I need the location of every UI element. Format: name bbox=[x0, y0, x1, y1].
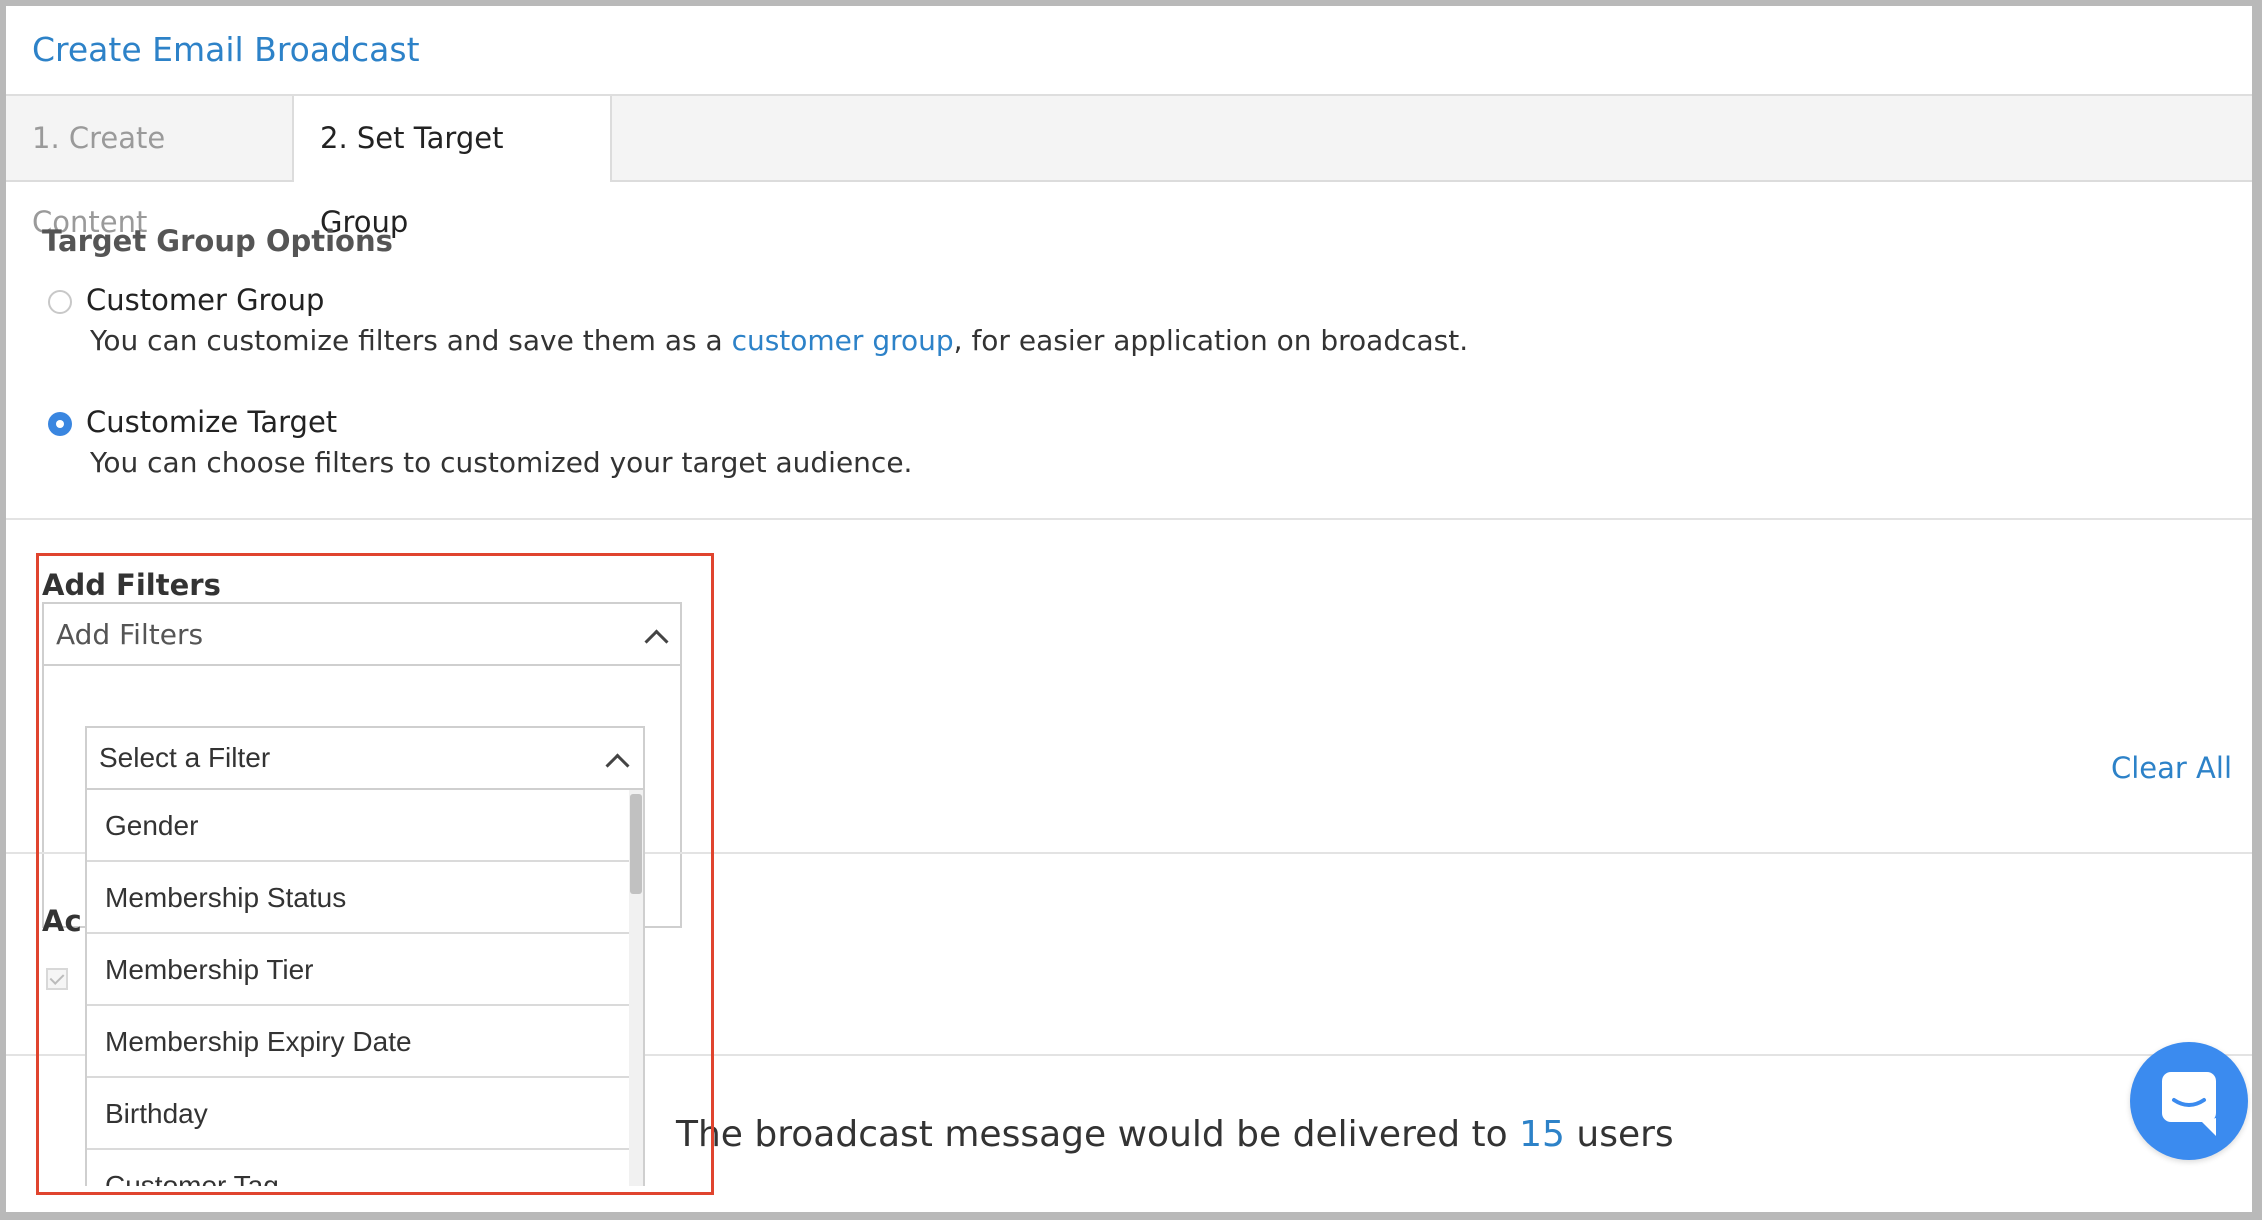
customize-target-radio[interactable] bbox=[48, 412, 72, 436]
filter-option-membership-tier[interactable]: Membership Tier bbox=[87, 934, 629, 1006]
tab-create-content[interactable]: 1. Create Content bbox=[6, 96, 292, 239]
add-filters-label: Add Filters bbox=[42, 568, 221, 602]
summary-suffix: users bbox=[1564, 1114, 1674, 1155]
customer-group-link[interactable]: customer group bbox=[732, 324, 954, 357]
customer-group-desc-after: , for easier application on broadcast. bbox=[953, 324, 1469, 357]
delivery-summary: The broadcast message would be delivered… bbox=[676, 1114, 1674, 1155]
customer-group-desc-before: You can customize filters and save them … bbox=[90, 324, 732, 357]
filter-option-gender[interactable]: Gender bbox=[87, 790, 629, 862]
divider bbox=[6, 518, 2252, 520]
filter-option-membership-status[interactable]: Membership Status bbox=[87, 862, 629, 934]
filter-options-list[interactable]: Gender Membership Status Membership Tier… bbox=[85, 790, 645, 1186]
page-header: Create Email Broadcast bbox=[6, 6, 2252, 96]
select-filter-text: Select a Filter bbox=[99, 742, 271, 773]
chat-launcher-button[interactable] bbox=[2130, 1042, 2248, 1160]
add-filters-select[interactable]: Add Filters bbox=[42, 602, 682, 666]
customize-target-description: You can choose filters to customized you… bbox=[90, 446, 913, 479]
chevron-up-icon bbox=[644, 629, 669, 654]
chat-icon bbox=[2162, 1072, 2216, 1136]
tab-set-target-group[interactable]: 2. Set Target Group bbox=[292, 96, 612, 239]
filter-option-birthday[interactable]: Birthday bbox=[87, 1078, 629, 1150]
add-filters-select-text: Add Filters bbox=[56, 618, 204, 651]
summary-prefix: The broadcast message would be delivered… bbox=[676, 1114, 1520, 1155]
customer-group-description: You can customize filters and save them … bbox=[90, 324, 1468, 357]
filter-option-customer-tag[interactable]: Customer Tag bbox=[87, 1150, 629, 1186]
clear-all-link[interactable]: Clear All bbox=[2111, 751, 2232, 785]
customize-target-label[interactable]: Customize Target bbox=[86, 405, 337, 439]
disabled-checkbox[interactable] bbox=[46, 968, 68, 990]
obscured-section-label: Ac bbox=[42, 904, 82, 938]
chevron-up-icon bbox=[605, 753, 630, 778]
page-title: Create Email Broadcast bbox=[32, 30, 420, 69]
customer-group-label[interactable]: Customer Group bbox=[86, 283, 324, 317]
broadcast-window: Create Email Broadcast 1. Create Content… bbox=[6, 6, 2252, 1212]
step-tabs: 1. Create Content 2. Set Target Group bbox=[6, 96, 2252, 239]
filter-option-membership-expiry-date[interactable]: Membership Expiry Date bbox=[87, 1006, 629, 1078]
target-group-options-title: Target Group Options bbox=[42, 224, 393, 258]
select-filter-dropdown[interactable]: Select a Filter bbox=[85, 726, 645, 790]
customer-group-radio[interactable] bbox=[48, 290, 72, 314]
list-scrollbar[interactable] bbox=[629, 790, 643, 1186]
recipient-count[interactable]: 15 bbox=[1519, 1114, 1565, 1155]
list-scrollbar-thumb[interactable] bbox=[630, 794, 642, 894]
